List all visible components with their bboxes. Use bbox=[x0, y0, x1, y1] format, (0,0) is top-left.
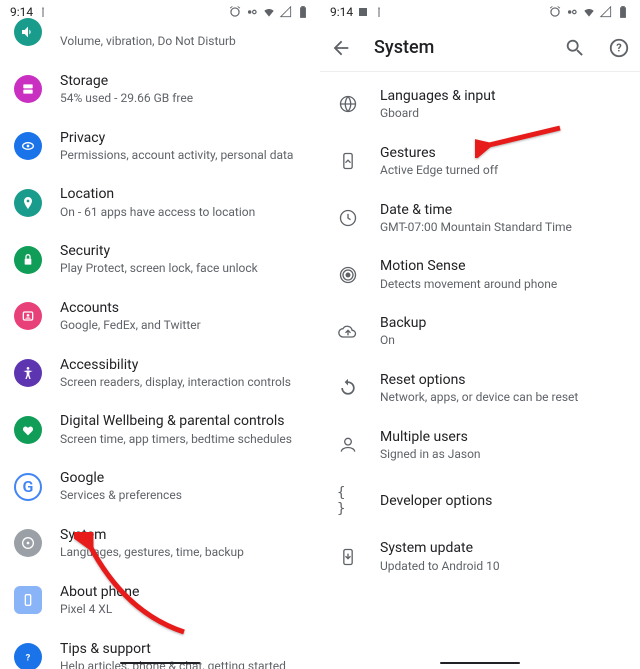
wellbeing-icon bbox=[14, 416, 42, 444]
location-icon bbox=[14, 189, 42, 217]
globe-icon bbox=[337, 93, 359, 115]
accessibility-icon bbox=[14, 359, 42, 387]
sound-icon bbox=[14, 18, 42, 46]
system-item-reset[interactable]: Reset optionsNetwork, apps, or device ca… bbox=[320, 360, 640, 417]
status-time: 9:14 bbox=[330, 5, 353, 19]
search-button[interactable] bbox=[564, 37, 586, 59]
nfc-icon bbox=[565, 5, 579, 19]
settings-item-wellbeing[interactable]: Digital Wellbeing & parental controlsScr… bbox=[0, 401, 320, 458]
google-icon: G bbox=[14, 473, 42, 501]
help-icon: ? bbox=[14, 643, 42, 669]
system-icon bbox=[14, 529, 42, 557]
settings-list: SoundVolume, vibration, Do Not Disturb S… bbox=[0, 0, 320, 669]
system-list: Languages & inputGboard GesturesActive E… bbox=[320, 72, 640, 585]
tesla-icon bbox=[373, 6, 385, 18]
settings-item-storage[interactable]: Storage54% used - 29.66 GB free bbox=[0, 61, 320, 118]
about-icon bbox=[14, 586, 42, 614]
system-item-users[interactable]: Multiple usersSigned in as Jason bbox=[320, 417, 640, 474]
status-bar: 9:14 bbox=[320, 0, 640, 24]
cloud-icon bbox=[337, 321, 359, 343]
security-icon bbox=[14, 246, 42, 274]
user-icon bbox=[337, 434, 359, 456]
status-time: 9:14 bbox=[10, 5, 33, 19]
settings-item-privacy[interactable]: PrivacyPermissions, account activity, pe… bbox=[0, 118, 320, 175]
clock-icon bbox=[337, 207, 359, 229]
settings-item-accessibility[interactable]: AccessibilityScreen readers, display, in… bbox=[0, 345, 320, 402]
update-icon bbox=[337, 546, 359, 568]
reset-icon bbox=[337, 377, 359, 399]
gestures-icon bbox=[337, 150, 359, 172]
settings-item-system[interactable]: SystemLanguages, gestures, time, backup bbox=[0, 515, 320, 572]
wifi-icon bbox=[582, 5, 596, 19]
system-item-languages[interactable]: Languages & inputGboard bbox=[320, 76, 640, 133]
system-item-backup[interactable]: BackupOn bbox=[320, 303, 640, 360]
alarm-icon bbox=[548, 5, 562, 19]
system-item-update[interactable]: System updateUpdated to Android 10 bbox=[320, 528, 640, 585]
system-item-gestures[interactable]: GesturesActive Edge turned off bbox=[320, 133, 640, 190]
header: System ? bbox=[320, 24, 640, 72]
accounts-icon bbox=[14, 302, 42, 330]
system-settings-screen: 9:14 System ? Languages & inputGboard Ge… bbox=[320, 0, 640, 669]
page-title: System bbox=[374, 37, 542, 58]
motion-icon bbox=[337, 264, 359, 286]
settings-item-about[interactable]: About phonePixel 4 XL bbox=[0, 572, 320, 629]
nav-handle[interactable] bbox=[440, 662, 520, 665]
screenshot-icon bbox=[357, 6, 369, 18]
svg-text:?: ? bbox=[26, 652, 31, 663]
settings-item-accounts[interactable]: AccountsGoogle, FedEx, and Twitter bbox=[0, 288, 320, 345]
settings-item-location[interactable]: LocationOn - 61 apps have access to loca… bbox=[0, 174, 320, 231]
nav-handle[interactable] bbox=[120, 662, 200, 665]
help-button[interactable]: ? bbox=[608, 37, 630, 59]
system-item-motion[interactable]: Motion SenseDetects movement around phon… bbox=[320, 246, 640, 303]
settings-item-security[interactable]: SecurityPlay Protect, screen lock, face … bbox=[0, 231, 320, 288]
battery-icon bbox=[616, 5, 630, 19]
system-item-developer[interactable]: { } Developer options bbox=[320, 473, 640, 528]
privacy-icon bbox=[14, 132, 42, 160]
developer-icon: { } bbox=[337, 490, 359, 512]
signal-icon bbox=[599, 5, 613, 19]
system-item-datetime[interactable]: Date & timeGMT-07:00 Mountain Standard T… bbox=[320, 190, 640, 247]
back-button[interactable] bbox=[330, 37, 352, 59]
svg-text:?: ? bbox=[616, 41, 622, 54]
settings-main-screen: 9:14 SoundVolume, vibration, Do Not Dist… bbox=[0, 0, 320, 669]
settings-item-google[interactable]: G GoogleServices & preferences bbox=[0, 458, 320, 515]
storage-icon bbox=[14, 75, 42, 103]
tesla-icon bbox=[37, 6, 49, 18]
